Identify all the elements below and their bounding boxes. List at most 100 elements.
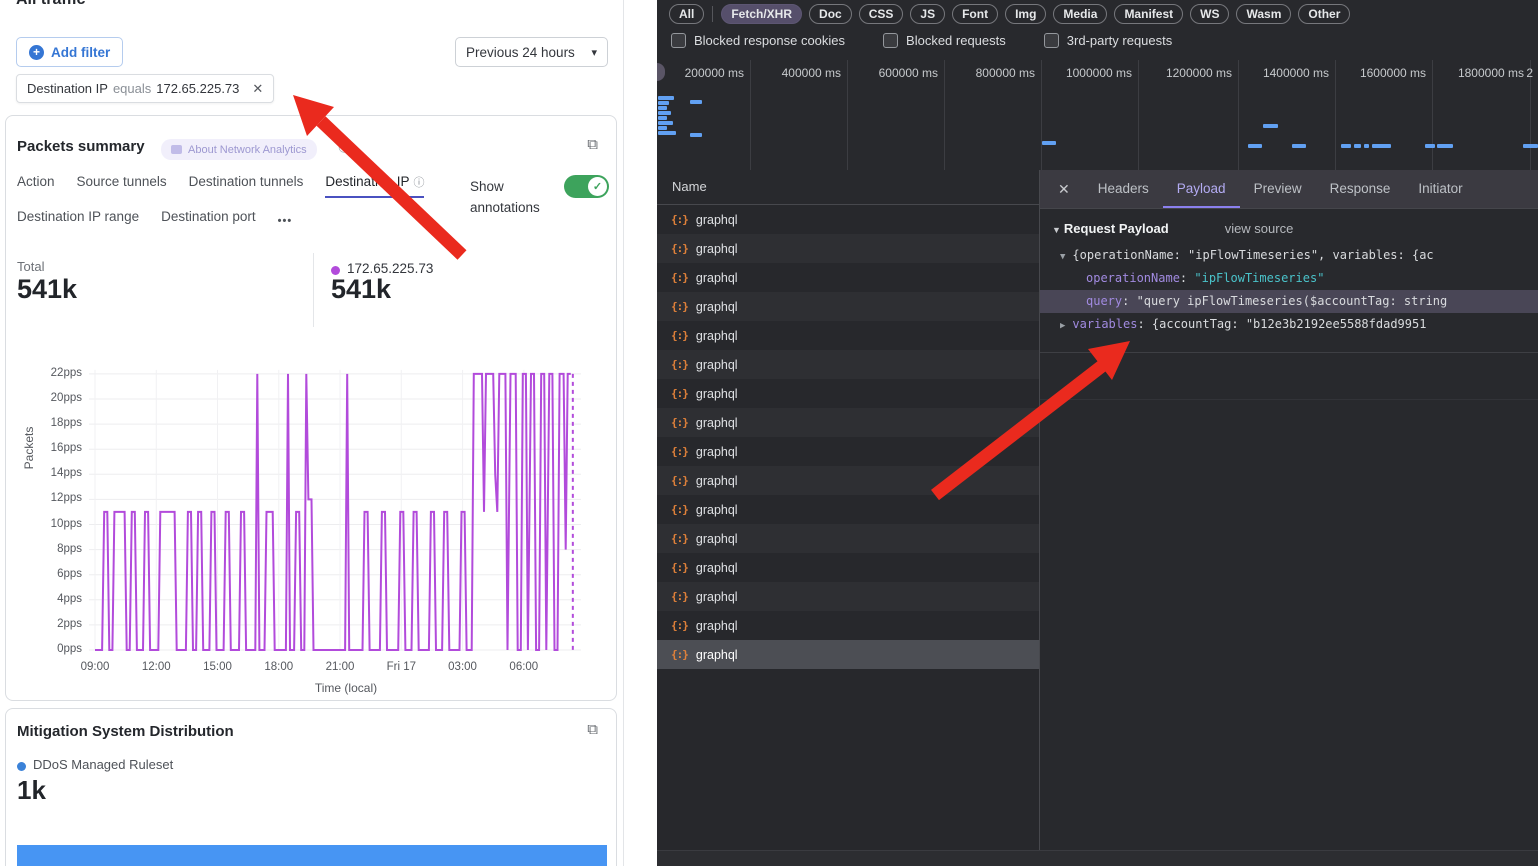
waterfall-mark [658,101,669,105]
waterfall-mark [690,100,702,104]
time-range-select[interactable]: Previous 24 hours ▾ [455,37,608,67]
tree-arrow-icon[interactable]: ▶ [1060,321,1065,331]
payload-segment: variables [1072,317,1137,331]
waterfall-mark [690,133,702,137]
request-name: graphql [696,561,738,575]
waterfall-mark [658,131,676,135]
timeline-tick-label: 600000 ms [842,66,938,80]
checkbox-box[interactable] [1044,33,1059,48]
checkbox-box[interactable] [883,33,898,48]
request-row-graphql[interactable]: {:}graphql [657,495,1039,524]
checkbox-box[interactable] [671,33,686,48]
tree-arrow-icon[interactable]: ▼ [1060,252,1065,262]
request-row-graphql[interactable]: {:}graphql [657,292,1039,321]
filter-pill-fetch-xhr[interactable]: Fetch/XHR [721,4,802,24]
panel-tab-response[interactable]: Response [1316,170,1405,208]
payload-line[interactable]: operationName: "ipFlowTimeseries" [1040,267,1538,290]
panel-tab-headers[interactable]: Headers [1084,170,1163,208]
request-payload-title[interactable]: Request Payload [1052,221,1169,236]
caret-down-icon: ▾ [591,46,597,59]
filter-pill-img[interactable]: Img [1005,4,1046,24]
payload-line[interactable]: ▼{operationName: "ipFlowTimeseries", var… [1040,244,1538,267]
json-request-icon: {:} [671,474,688,487]
checkbox-blocked-response-cookies[interactable]: Blocked response cookies [671,33,845,48]
request-row-graphql[interactable]: {:}graphql [657,234,1039,263]
filter-pill-ws[interactable]: WS [1190,4,1229,24]
more-tabs-button[interactable]: ••• [278,215,293,227]
request-row-graphql[interactable]: {:}graphql [657,553,1039,582]
filter-pill-media[interactable]: Media [1053,4,1107,24]
section-divider [1040,352,1538,353]
section-divider [1040,399,1538,400]
expand-card-icon[interactable]: ⧉ [587,136,598,153]
timeline-tick-label: 1200000 ms [1136,66,1232,80]
request-row-graphql[interactable]: {:}graphql [657,582,1039,611]
payload-line[interactable]: query: "query ipFlowTimeseries($accountT… [1040,290,1538,313]
tab-destination-port[interactable]: Destination port [161,209,256,232]
checkbox-3rd-party-requests[interactable]: 3rd-party requests [1044,33,1173,48]
network-overview-timeline[interactable]: 200000 ms400000 ms600000 ms800000 ms1000… [657,60,1538,171]
view-source-link[interactable]: view source [1225,221,1294,236]
show-annotations-toggle[interactable]: ✓ [564,175,609,198]
request-row-graphql[interactable]: {:}graphql [657,437,1039,466]
payload-segment: : [1122,294,1136,308]
docs-icon [171,145,182,154]
payload-line[interactable]: ▶variables: {accountTag: "b12e3b2192ee55… [1040,313,1538,336]
toggle-knob: ✓ [588,177,607,196]
request-name: graphql [696,329,738,343]
tab-source-tunnels[interactable]: Source tunnels [77,174,167,198]
request-row-graphql[interactable]: {:}graphql [657,263,1039,292]
request-name: graphql [696,387,738,401]
filter-pill-css[interactable]: CSS [859,4,904,24]
checkbox-blocked-requests[interactable]: Blocked requests [883,33,1006,48]
expand-card-icon[interactable]: ⧉ [587,721,598,738]
request-payload-header: Request Payload view source [1040,209,1538,244]
close-panel-icon[interactable]: ✕ [1040,181,1084,198]
stat-divider [313,253,314,327]
tab-destination-ip-range[interactable]: Destination IP range [17,209,139,232]
request-row-graphql[interactable]: {:}graphql [657,466,1039,495]
filter-pill-doc[interactable]: Doc [809,4,852,24]
request-row-graphql[interactable]: {:}graphql [657,408,1039,437]
total-value: 541k [17,274,77,305]
request-row-graphql[interactable]: {:}graphql [657,524,1039,553]
filter-chip[interactable]: Destination IP equals 172.65.225.73 ✕ [16,74,274,103]
json-request-icon: {:} [671,648,688,661]
payload-segment: operationName [1086,271,1180,285]
tab-action[interactable]: Action [17,174,55,198]
info-icon[interactable]: ⓘ [413,177,424,189]
y-tick-label: 6pps [30,568,82,580]
tab-destination-tunnels[interactable]: Destination tunnels [189,174,304,198]
panel-tab-initiator[interactable]: Initiator [1404,170,1476,208]
x-axis-label: Time (local) [236,681,456,695]
name-column-header[interactable]: Name [657,170,1039,205]
request-row-graphql[interactable]: {:}graphql [657,205,1039,234]
tab-destination-ip[interactable]: Destination IPⓘ [325,174,424,198]
clock-icon: ◷ [338,138,350,155]
timeline-tick-label: 1400000 ms [1233,66,1329,80]
waterfall-mark [658,121,673,125]
filter-pill-other[interactable]: Other [1298,4,1350,24]
about-network-analytics-badge[interactable]: About Network Analytics [161,139,317,160]
request-row-graphql[interactable]: {:}graphql [657,350,1039,379]
request-name: graphql [696,300,738,314]
request-row-graphql[interactable]: {:}graphql [657,611,1039,640]
panel-tab-preview[interactable]: Preview [1240,170,1316,208]
filter-pill-font[interactable]: Font [952,4,998,24]
y-tick-label: 10pps [30,518,82,530]
filter-pill-manifest[interactable]: Manifest [1114,4,1183,24]
panel-tab-payload[interactable]: Payload [1163,170,1240,208]
filter-pill-all[interactable]: All [669,4,704,24]
filter-pill-js[interactable]: JS [910,4,945,24]
request-row-graphql[interactable]: {:}graphql [657,379,1039,408]
payload-segment: {accountTag: "b12e3b2192ee5588fdad9951 [1152,317,1427,331]
remove-filter-icon[interactable]: ✕ [252,81,263,97]
y-axis-label: Packets [22,403,36,493]
timeline-tick-label: 800000 ms [939,66,1035,80]
request-row-graphql[interactable]: {:}graphql [657,321,1039,350]
add-filter-button[interactable]: + Add filter [16,37,123,67]
request-row-graphql[interactable]: {:}graphql [657,640,1039,669]
mitigation-bar [17,845,607,866]
filter-pill-wasm[interactable]: Wasm [1236,4,1291,24]
filter-field: Destination IP [27,81,108,96]
